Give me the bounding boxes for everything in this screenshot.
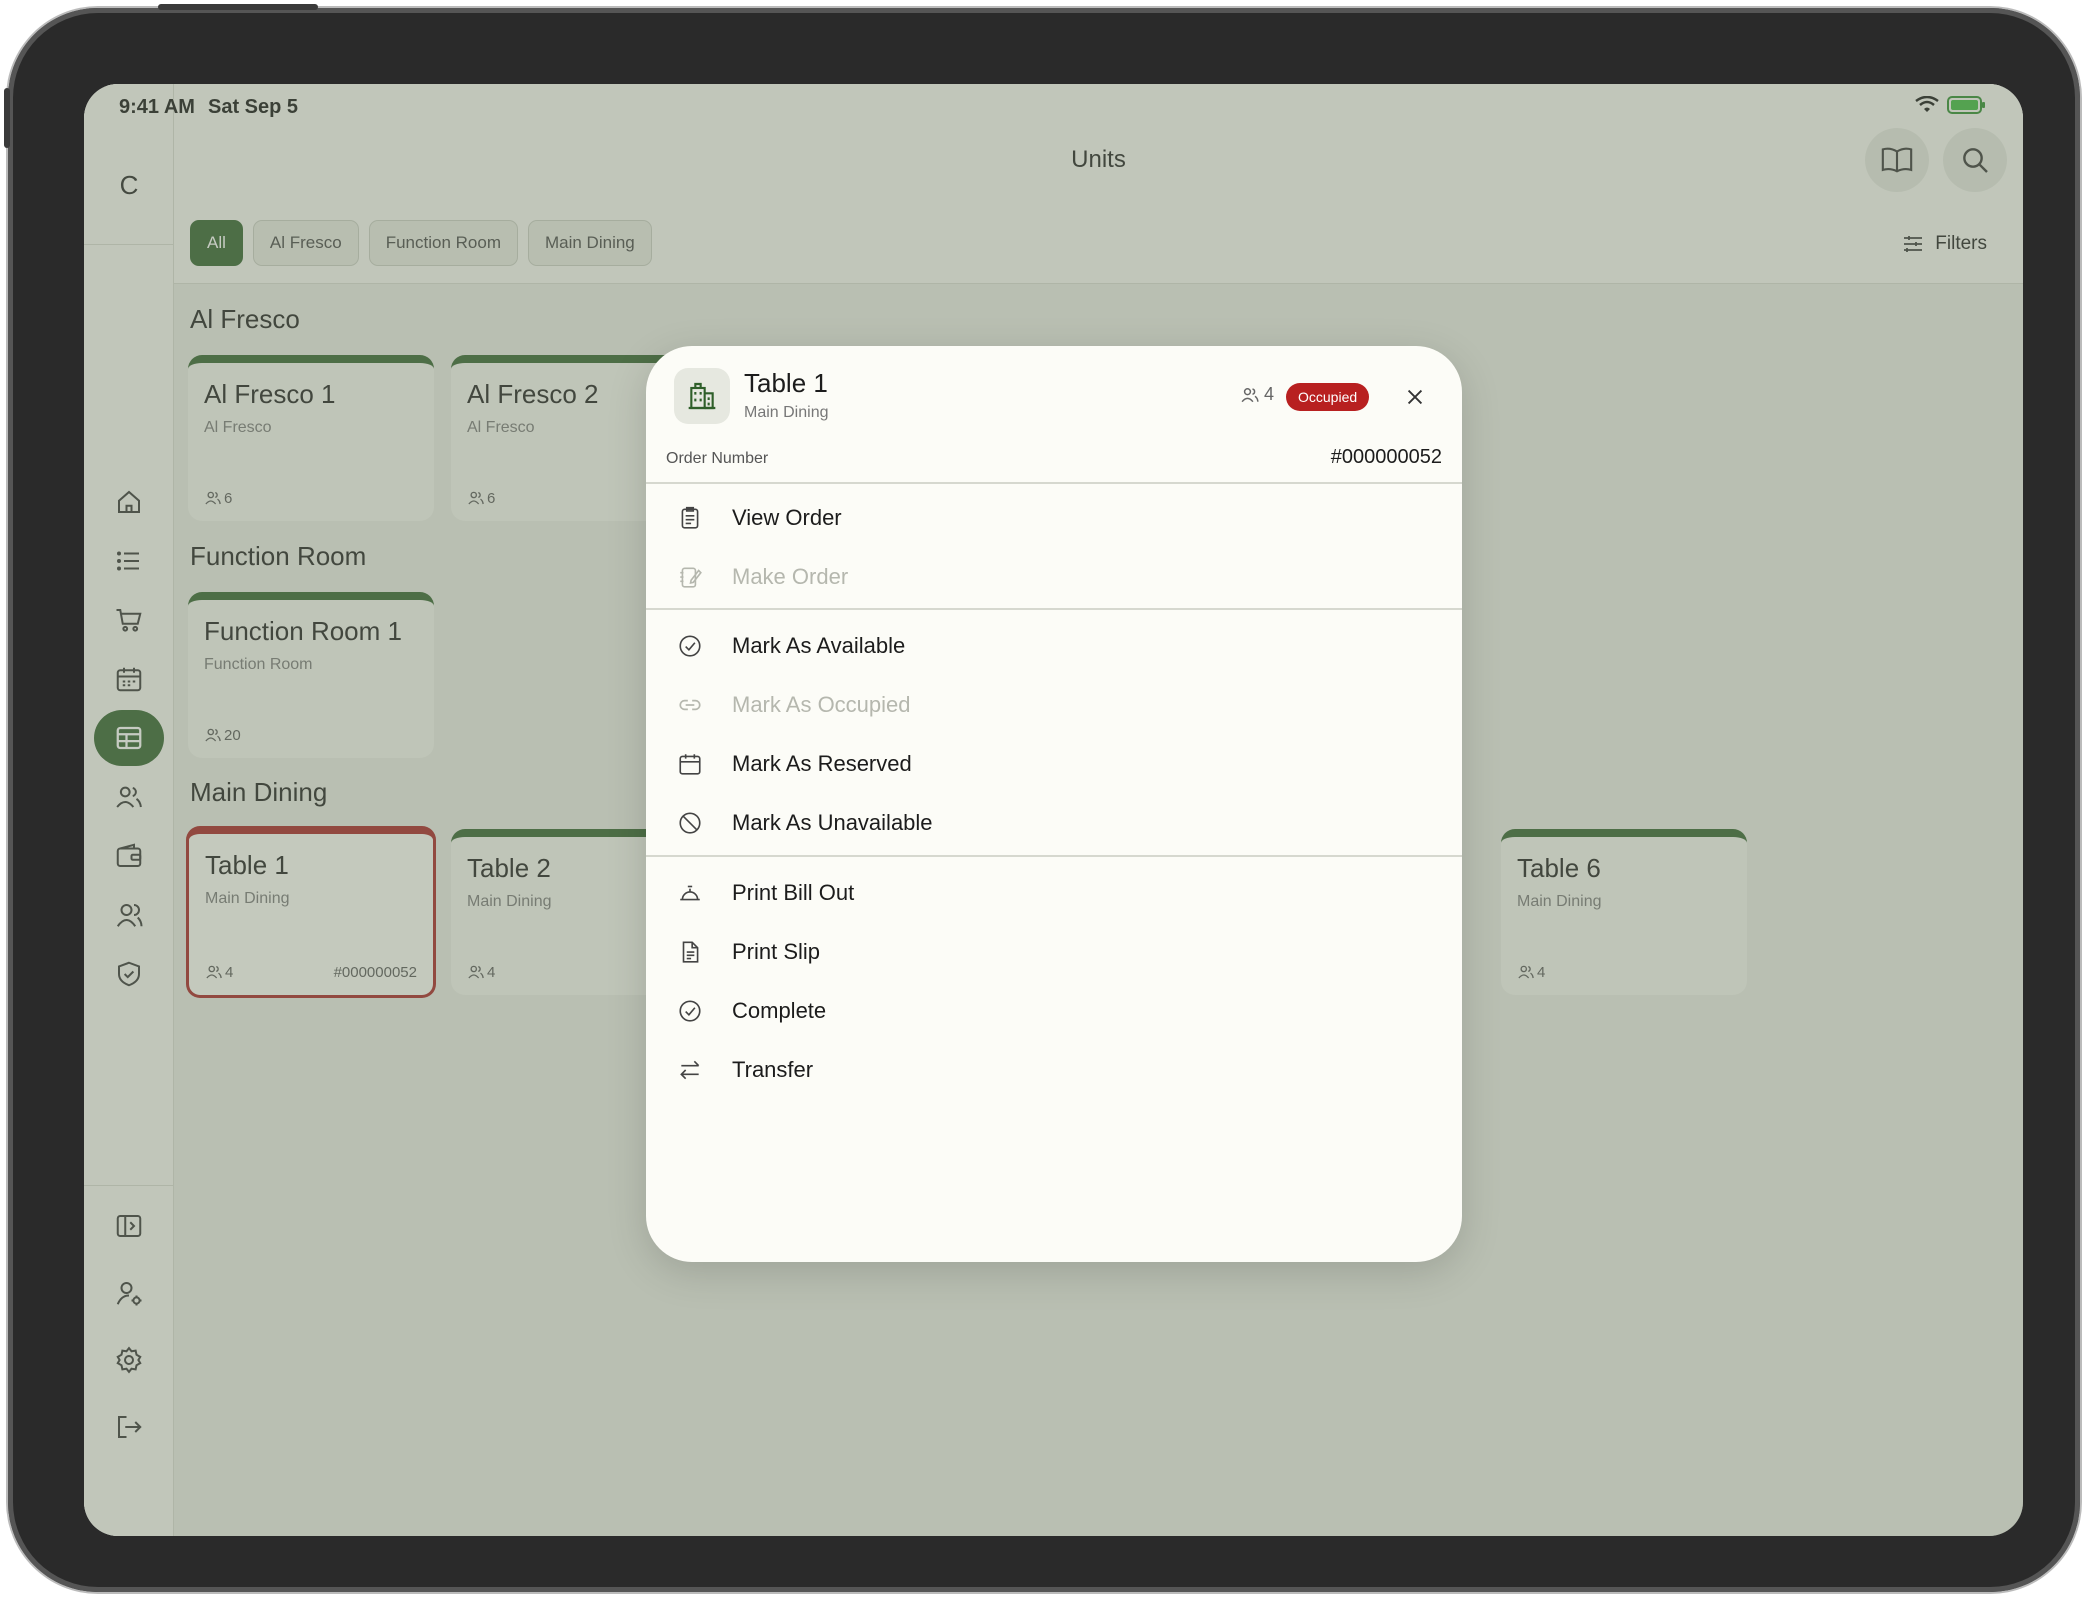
modal-capacity: 4 [1240, 384, 1274, 405]
link-icon [676, 691, 704, 719]
building-icon [688, 382, 716, 410]
order-number-value: #000000052 [1330, 446, 1442, 468]
action-label: Transfer [732, 1057, 814, 1082]
action-label: Mark As Available [732, 633, 906, 658]
action-label: Complete [732, 998, 827, 1023]
action-view-order[interactable]: View Order [646, 490, 1462, 546]
tablet-frame: 9:41 AM Sat Sep 5 C Units All Al Fresco … [4, 4, 2080, 1592]
close-button[interactable] [1398, 380, 1432, 414]
screen: 9:41 AM Sat Sep 5 C Units All Al Fresco … [84, 84, 2023, 1536]
action-label: Mark As Reserved [732, 751, 912, 776]
close-icon [1407, 389, 1423, 405]
action-print-bill-out[interactable]: Print Bill Out [646, 865, 1462, 921]
action-mark-unavailable[interactable]: Mark As Unavailable [646, 795, 1462, 851]
action-make-order[interactable]: Make Order [646, 549, 1462, 605]
clipboard-icon [676, 504, 704, 532]
action-label: Mark As Occupied [732, 692, 911, 717]
divider [646, 855, 1462, 857]
hardware-button [4, 88, 10, 148]
ban-icon [676, 809, 704, 837]
unit-icon [674, 368, 730, 424]
modal-title: Table 1 [744, 368, 828, 398]
transfer-icon [676, 1056, 704, 1084]
action-label: Print Bill Out [732, 880, 855, 905]
action-transfer[interactable]: Transfer [646, 1042, 1462, 1098]
edit-note-icon [676, 563, 704, 591]
check-circle-icon [676, 997, 704, 1025]
divider [646, 482, 1462, 484]
document-icon [676, 938, 704, 966]
calendar-icon [676, 750, 704, 778]
unit-actions-modal: Table 1 Main Dining 4 Occupied Order Num… [646, 346, 1462, 1262]
status-badge: Occupied [1286, 383, 1370, 411]
bell-icon [676, 879, 704, 907]
hardware-button [158, 4, 318, 10]
modal-capacity-value: 4 [1264, 384, 1275, 404]
action-label: Print Slip [732, 939, 821, 964]
check-circle-icon [676, 632, 704, 660]
guests-icon [1241, 387, 1259, 402]
action-label: Mark As Unavailable [732, 810, 933, 835]
action-label: Make Order [732, 564, 849, 589]
action-complete[interactable]: Complete [646, 983, 1462, 1039]
action-mark-occupied[interactable]: Mark As Occupied [646, 677, 1462, 733]
action-label: View Order [732, 505, 842, 530]
modal-subtitle: Main Dining [744, 404, 829, 421]
action-print-slip[interactable]: Print Slip [646, 924, 1462, 980]
divider [646, 608, 1462, 610]
action-mark-reserved[interactable]: Mark As Reserved [646, 736, 1462, 792]
order-number-label: Order Number [666, 450, 769, 467]
action-mark-available[interactable]: Mark As Available [646, 618, 1462, 674]
